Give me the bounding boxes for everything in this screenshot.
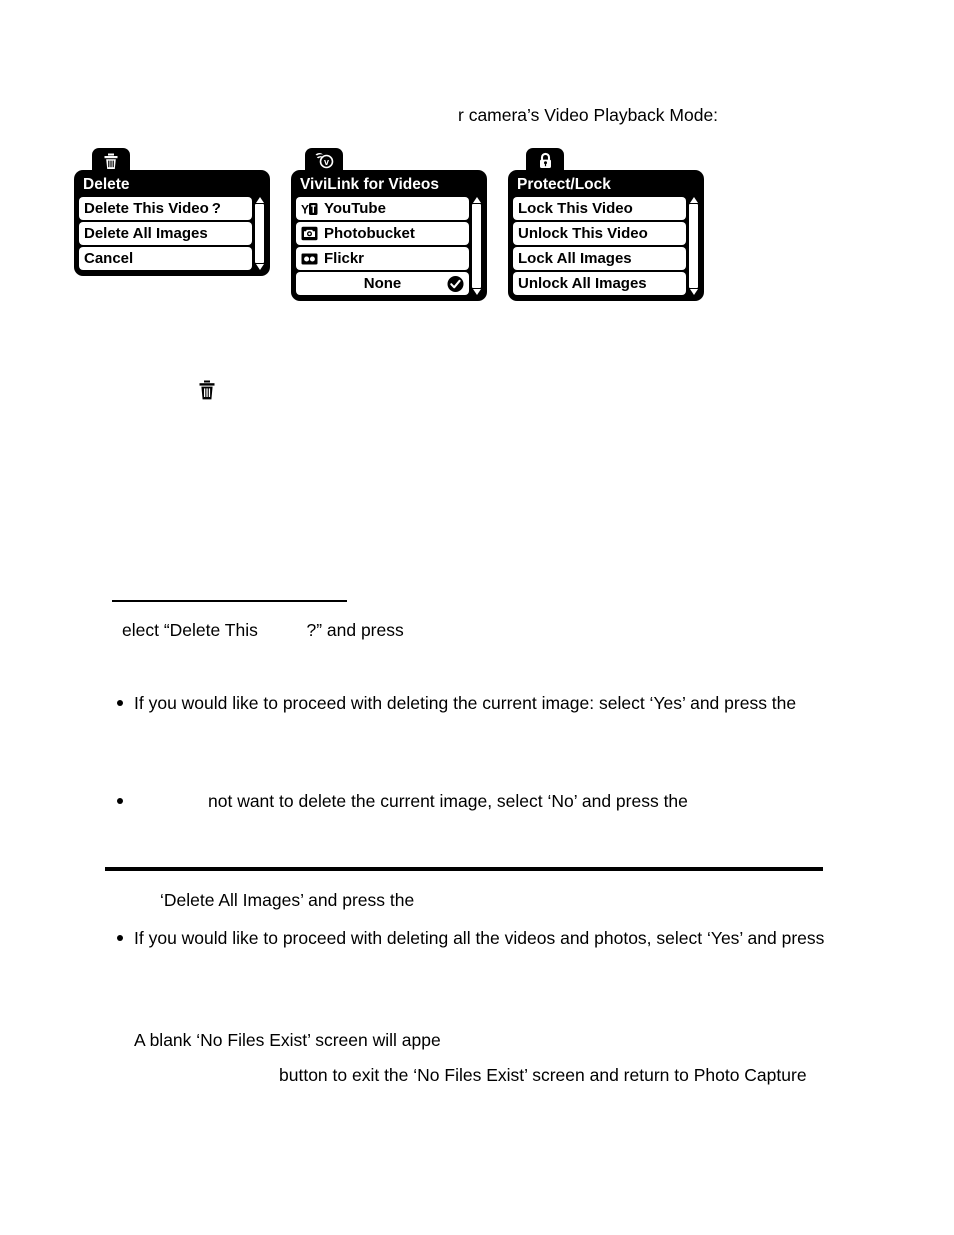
menu-item-delete-all-images[interactable]: Delete All Images <box>79 222 252 246</box>
exit-instruction: button to exit the ‘No Files Exist’ scre… <box>279 1065 807 1085</box>
selected-check-icon <box>447 275 464 292</box>
trash-icon <box>92 148 130 174</box>
scroll-down-arrow-icon[interactable] <box>689 289 698 296</box>
menu-title: ViviLink for Videos <box>300 176 439 193</box>
bullet-item-text: not want to delete the current image, se… <box>208 791 688 811</box>
scrollbar-track[interactable] <box>689 204 698 289</box>
photobucket-icon <box>301 226 318 241</box>
no-files-exist-note: A blank ‘No Files Exist’ screen will app… <box>134 1030 441 1050</box>
menu-body: ViviLink for Videos Y YouTube Photobucke… <box>291 170 487 302</box>
intro-paragraph: r camera’s Video Playback Mode: <box>458 105 719 125</box>
bullet-marker <box>117 798 123 804</box>
menu-title: Delete <box>83 176 130 193</box>
scrollbar-track[interactable] <box>472 204 481 289</box>
menu-row-list: Delete This Video ? Delete All Images Ca… <box>79 197 265 271</box>
bullet-marker <box>117 700 123 706</box>
menu-item-delete-this-video[interactable]: Delete This Video ? <box>79 197 252 221</box>
menu-item-label: Flickr <box>324 250 365 268</box>
scroll-up-arrow-icon[interactable] <box>255 197 264 204</box>
delete-all-instruction: ‘Delete All Images’ and press the <box>160 890 415 910</box>
menu-item-label: YouTube <box>324 200 386 218</box>
menu-item-label: Unlock All Images <box>518 275 647 293</box>
select-delete-instruction: elect “Delete This ?” and press <box>122 620 404 640</box>
scrollbar-track[interactable] <box>255 204 264 264</box>
menu-item-label: Cancel <box>84 250 134 268</box>
scroll-up-arrow-icon[interactable] <box>472 197 481 204</box>
menu-item-label: Delete This Video ? <box>84 200 221 218</box>
menu-row-list: Lock This Video Unlock This Video Lock A… <box>513 197 699 296</box>
menu-item-label: Photobucket <box>324 225 415 243</box>
scroll-down-arrow-icon[interactable] <box>255 264 264 271</box>
menu-item-photobucket[interactable]: Photobucket <box>296 222 469 246</box>
menu-body: Protect/Lock Lock This Video Unlock This… <box>508 170 704 302</box>
menu-item-label: Lock All Images <box>518 250 632 268</box>
lock-icon <box>526 148 564 174</box>
menu-scrollbar[interactable] <box>254 197 265 271</box>
menu-title: Protect/Lock <box>517 176 611 193</box>
menu-row-list: Y YouTube Photobucket Flickr None <box>296 197 482 296</box>
menu-item-unlock-all-images[interactable]: Unlock All Images <box>513 272 686 296</box>
menu-item-label: Delete All Images <box>84 225 208 243</box>
menu-scrollbar[interactable] <box>688 197 699 296</box>
menu-item-flickr[interactable]: Flickr <box>296 247 469 271</box>
svg-text:Y: Y <box>301 202 309 216</box>
svg-text:v: v <box>324 157 329 167</box>
bullet-marker <box>117 935 123 941</box>
menu-item-label: Lock This Video <box>518 200 633 218</box>
scroll-down-arrow-icon[interactable] <box>472 289 481 296</box>
menu-item-none[interactable]: None <box>296 272 469 296</box>
flickr-icon <box>301 251 318 266</box>
menu-item-label: None <box>363 275 402 293</box>
menu-scrollbar[interactable] <box>471 197 482 296</box>
menu-item-youtube[interactable]: Y YouTube <box>296 197 469 221</box>
trash-icon <box>198 380 216 400</box>
scroll-up-arrow-icon[interactable] <box>689 197 698 204</box>
menu-item-label: Unlock This Video <box>518 225 648 243</box>
section-divider-thin <box>112 600 347 602</box>
section-divider-thick <box>105 867 823 871</box>
menu-item-unlock-this-video[interactable]: Unlock This Video <box>513 222 686 246</box>
menu-body: Delete Delete This Video ? Delete All Im… <box>74 170 270 277</box>
menu-item-cancel[interactable]: Cancel <box>79 247 252 271</box>
vivilink-icon: v <box>305 148 343 174</box>
bullet-item-text: If you would like to proceed with deleti… <box>134 693 797 713</box>
menu-item-lock-this-video[interactable]: Lock This Video <box>513 197 686 221</box>
document-page: r camera’s Video Playback Mode: Delete D… <box>0 0 954 1235</box>
bullet-item-text: If you would like to proceed with deleti… <box>134 928 825 948</box>
youtube-icon: Y <box>301 201 318 216</box>
menu-item-lock-all-images[interactable]: Lock All Images <box>513 247 686 271</box>
